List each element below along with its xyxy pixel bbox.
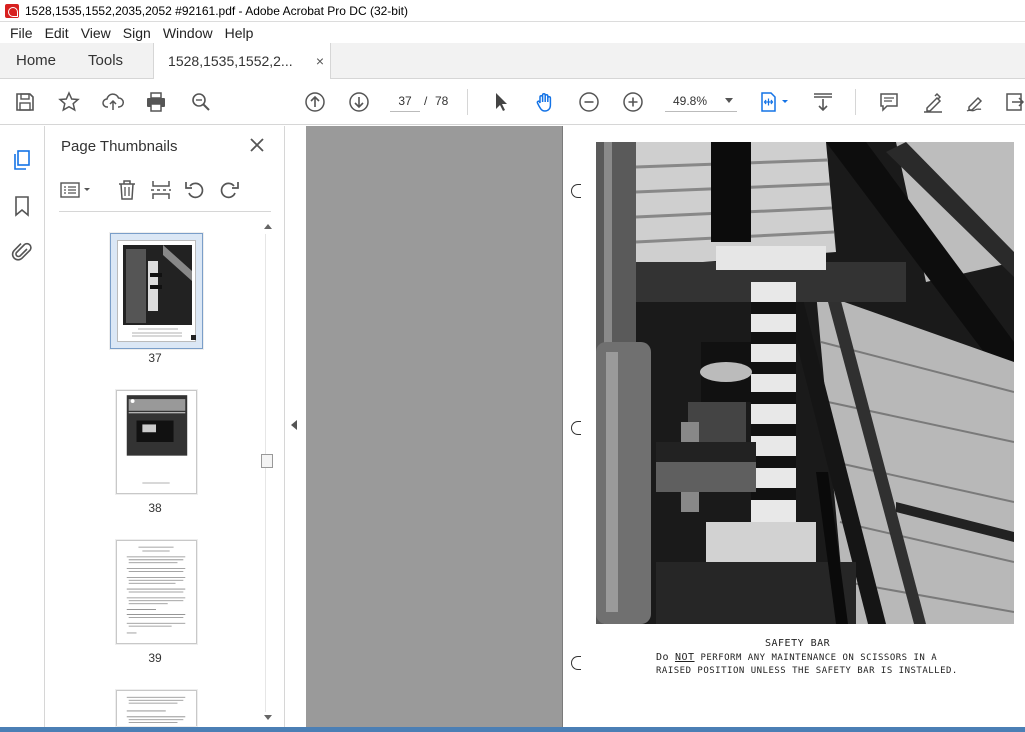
- highlight-icon[interactable]: [920, 89, 946, 115]
- taskbar-edge: [0, 727, 1025, 732]
- comment-icon[interactable]: [876, 89, 902, 115]
- page-up-icon[interactable]: [302, 89, 328, 115]
- chevron-down-icon: [725, 98, 733, 103]
- collapse-panel-icon[interactable]: [291, 420, 297, 430]
- pdf-page[interactable]: SAFETY BAR Do NOT PERFORM ANY MAINTENANC…: [562, 126, 1025, 728]
- menu-help[interactable]: Help: [219, 25, 260, 41]
- tab-bar: Home Tools 1528,1535,1552,2... ×: [0, 43, 1025, 79]
- zoom-level-value: 49.8%: [673, 93, 708, 108]
- upload-icon[interactable]: [100, 89, 126, 115]
- attachments-icon[interactable]: [10, 240, 34, 264]
- bookmark-star-icon[interactable]: [56, 89, 82, 115]
- thumbnail-page-image: [126, 546, 186, 634]
- delete-page-icon[interactable]: [115, 178, 139, 202]
- tab-document[interactable]: 1528,1535,1552,2... ×: [153, 43, 332, 79]
- tab-tools[interactable]: Tools: [72, 43, 139, 78]
- thumbnail-page-image: [117, 240, 196, 342]
- thumbnail-scrollbar[interactable]: [261, 222, 276, 722]
- thumbnail-page-image: [126, 395, 188, 484]
- binder-hole-mark: [571, 656, 581, 670]
- scroll-track[interactable]: [265, 234, 266, 712]
- binder-hole-mark: [571, 184, 581, 198]
- export-icon[interactable]: [1003, 89, 1025, 115]
- left-navigation-rail: [0, 126, 45, 732]
- menu-window[interactable]: Window: [157, 25, 219, 41]
- select-cursor-icon[interactable]: [488, 89, 514, 115]
- thumbnail-label: 37: [148, 351, 162, 365]
- thumbnail-options-icon[interactable]: [59, 178, 93, 202]
- thumbnail-page-39[interactable]: [116, 540, 197, 644]
- save-icon[interactable]: [12, 89, 38, 115]
- scroll-up-arrow-icon[interactable]: [264, 224, 272, 229]
- print-icon[interactable]: [143, 89, 169, 115]
- page-separator: /: [424, 94, 428, 108]
- caption-word: Do: [656, 652, 670, 663]
- zoom-in-icon[interactable]: [620, 89, 646, 115]
- binder-hole-mark: [571, 421, 581, 435]
- zoom-level-dropdown[interactable]: 49.8%: [665, 90, 737, 112]
- thumbnail-page-38[interactable]: [116, 390, 197, 494]
- bookmarks-icon[interactable]: [10, 194, 34, 218]
- thumbnail-label: 38: [148, 501, 162, 515]
- main-toolbar: [0, 79, 1025, 125]
- thumbnail-label: 39: [148, 651, 162, 665]
- scroll-down-arrow-icon[interactable]: [264, 715, 272, 720]
- extract-page-icon[interactable]: [149, 178, 173, 202]
- caption-line-1: Do NOT PERFORM ANY MAINTENANCE ON SCISSO…: [656, 652, 937, 663]
- thumbnail-toolbar: [59, 176, 271, 212]
- thumbnail-page-40[interactable]: [116, 690, 197, 726]
- toolbar-separator: [855, 89, 856, 115]
- fit-page-icon[interactable]: [756, 89, 792, 115]
- zoom-search-icon[interactable]: [188, 89, 214, 115]
- thumbnail-page-image: [126, 696, 186, 724]
- close-tab-icon[interactable]: ×: [316, 53, 324, 69]
- menu-file[interactable]: File: [4, 25, 39, 41]
- photo-graphic: [596, 142, 1014, 624]
- menu-edit[interactable]: Edit: [39, 25, 75, 41]
- menu-view[interactable]: View: [75, 25, 117, 41]
- menu-sign[interactable]: Sign: [117, 25, 157, 41]
- tab-home[interactable]: Home: [0, 43, 72, 78]
- caption-text: PERFORM ANY MAINTENANCE ON SCISSORS IN A: [700, 653, 938, 663]
- page-total: 78: [435, 94, 449, 108]
- page-number-input[interactable]: [390, 90, 420, 112]
- acrobat-app-icon: [5, 3, 19, 18]
- close-panel-icon[interactable]: [248, 136, 266, 154]
- toolbar-separator: [467, 89, 468, 115]
- thumbnail-photo: [123, 245, 196, 340]
- window-title: 1528,1535,1552,2035,2052 #92161.pdf - Ad…: [25, 3, 408, 18]
- panel-title: Page Thumbnails: [61, 138, 178, 155]
- hand-icon[interactable]: [532, 89, 558, 115]
- zoom-out-icon[interactable]: [576, 89, 602, 115]
- scroll-thumb[interactable]: [261, 454, 273, 468]
- caption-line-2: RAISED POSITION UNLESS THE SAFETY BAR IS…: [656, 666, 958, 676]
- page-thumbnails-icon[interactable]: [10, 148, 34, 172]
- rotate-counterclockwise-icon[interactable]: [183, 178, 207, 202]
- thumbnail-panel: Page Thumbnails 37 38 39: [45, 126, 285, 732]
- menu-bar: File Edit View Sign Window Help: [0, 22, 1025, 43]
- caption-emphasis: NOT: [674, 652, 695, 663]
- scroll-mode-icon[interactable]: [810, 89, 836, 115]
- sign-icon[interactable]: [963, 89, 989, 115]
- title-bar: 1528,1535,1552,2035,2052 #92161.pdf - Ad…: [0, 0, 1025, 22]
- document-tab-label: 1528,1535,1552,2...: [168, 53, 293, 69]
- thumbnail-page-37[interactable]: [110, 233, 203, 349]
- safety-bar-photo: [596, 142, 1014, 624]
- rotate-clockwise-icon[interactable]: [217, 178, 241, 202]
- caption-title: SAFETY BAR: [765, 638, 831, 649]
- document-viewer[interactable]: SAFETY BAR Do NOT PERFORM ANY MAINTENANC…: [306, 126, 1025, 732]
- page-down-icon[interactable]: [346, 89, 372, 115]
